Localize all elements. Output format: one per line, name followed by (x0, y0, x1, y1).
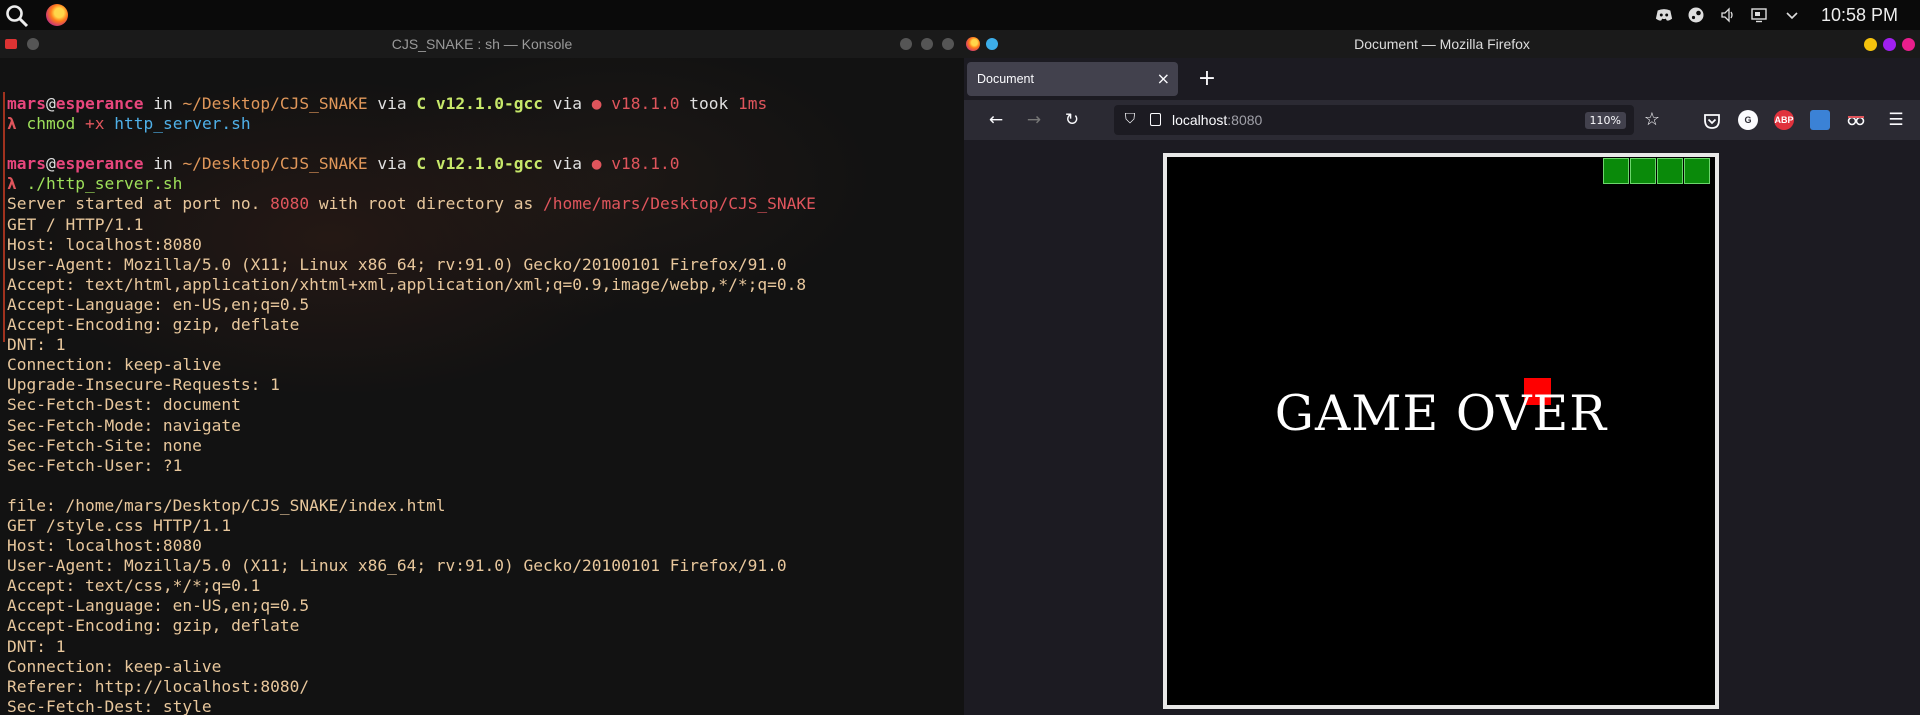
minimize-button[interactable] (900, 38, 912, 50)
volume-icon[interactable] (1719, 7, 1737, 23)
terminal-line: DNT: 1 (7, 335, 66, 355)
tab-label: Document (977, 72, 1034, 86)
privacy-badger-icon[interactable] (1846, 110, 1866, 130)
new-tab-button[interactable]: + (1194, 66, 1220, 92)
grammarly-icon[interactable]: G (1738, 110, 1758, 130)
maximize-button[interactable] (921, 38, 933, 50)
adblock-plus-icon[interactable]: ABP (1774, 110, 1794, 130)
konsole-window: CJS_SNAKE : sh — Konsole mars@esperance … (0, 30, 964, 715)
window-title: Document — Mozilla Firefox (1354, 36, 1530, 52)
firefox-window: Document — Mozilla Firefox Document × + … (964, 30, 1920, 715)
maximize-button[interactable] (1883, 38, 1896, 51)
search-icon[interactable] (5, 4, 29, 28)
terminal-line: Sec-Fetch-Site: none (7, 435, 202, 455)
konsole-titlebar[interactable]: CJS_SNAKE : sh — Konsole (0, 30, 964, 58)
url-bar[interactable]: ⛉ localhost:8080 110% ☆ (1114, 105, 1660, 135)
page-viewport: GAME OVER (964, 140, 1920, 715)
prompt-line: mars@esperance in ~/Desktop/CJS_SNAKE vi… (7, 154, 680, 174)
terminal-line: Connection: keep-alive (7, 355, 222, 375)
terminal-line: Sec-Fetch-Dest: document (7, 395, 241, 415)
pocket-icon[interactable] (1702, 111, 1722, 131)
terminal-line: GET / HTTP/1.1 (7, 214, 144, 234)
terminal-line: Accept-Encoding: gzip, deflate (7, 315, 300, 335)
terminal-line: Sec-Fetch-Dest: style (7, 696, 212, 715)
forward-button[interactable]: → (1022, 108, 1046, 132)
terminal-line: Sec-Fetch-Mode: navigate (7, 415, 241, 435)
game-over-text: GAME OVER (1274, 385, 1608, 442)
terminal-line: User-Agent: Mozilla/5.0 (X11; Linux x86_… (7, 254, 787, 274)
discord-icon[interactable] (1655, 7, 1673, 23)
terminal-line: Connection: keep-alive (7, 656, 222, 676)
tab-document[interactable]: Document × (967, 62, 1178, 96)
server-start-line: Server started at port no. 8080 with roo… (7, 194, 816, 214)
prompt-line: mars@esperance in ~/Desktop/CJS_SNAKE vi… (7, 94, 768, 113)
window-title: CJS_SNAKE : sh — Konsole (391, 36, 573, 52)
menu-icon[interactable]: ☰ (1884, 108, 1908, 132)
terminal-line: Upgrade-Insecure-Requests: 1 (7, 375, 280, 395)
terminal-output[interactable]: mars@esperance in ~/Desktop/CJS_SNAKE vi… (0, 58, 964, 715)
terminal-line: User-Agent: Mozilla/5.0 (X11; Linux x86_… (7, 556, 787, 576)
snake-segment (1630, 158, 1656, 184)
terminal-line: Host: localhost:8080 (7, 234, 202, 254)
clock[interactable]: 10:58 PM (1821, 5, 1898, 26)
navigation-toolbar: ← → ↻ ⛉ localhost:8080 110% ☆ G ABP ☰ (964, 100, 1920, 140)
prompt-marker (3, 92, 5, 342)
request-block-1: GET / HTTP/1.1 Host: localhost:8080 User… (7, 215, 806, 475)
reload-button[interactable]: ↻ (1060, 108, 1084, 132)
command-line: λ chmod +x http_server.sh (7, 114, 251, 134)
terminal-line: Accept-Encoding: gzip, deflate (7, 616, 300, 636)
back-button[interactable]: ← (984, 108, 1008, 132)
snake-segment (1657, 158, 1683, 184)
top-panel: 10:58 PM (0, 0, 1920, 30)
terminal-line: Accept: text/html,application/xhtml+xml,… (7, 274, 807, 294)
game-canvas[interactable]: GAME OVER (1163, 153, 1719, 709)
terminal-line: Host: localhost:8080 (7, 536, 202, 556)
terminal-line: file: /home/mars/Desktop/CJS_SNAKE/index… (7, 495, 446, 515)
translate-icon[interactable] (1810, 110, 1830, 130)
close-tab-icon[interactable]: × (1157, 62, 1170, 96)
terminal-line: Accept: text/css,*/*;q=0.1 (7, 576, 261, 596)
page-icon[interactable] (1150, 113, 1161, 126)
terminal-line: GET /style.css HTTP/1.1 (7, 515, 232, 535)
close-button[interactable] (942, 38, 954, 50)
firefox-titlebar[interactable]: Document — Mozilla Firefox (964, 30, 1920, 58)
command-line: λ ./http_server.sh (7, 174, 183, 194)
terminal-line: Referer: http://localhost:8080/ (7, 676, 310, 696)
snake-segment (1684, 158, 1710, 184)
terminal-text: mars@esperance in ~/Desktop/CJS_SNAKE vi… (7, 94, 816, 715)
terminal-line: Accept-Language: en-US,en;q=0.5 (7, 294, 310, 314)
request-block-2: file: /home/mars/Desktop/CJS_SNAKE/index… (7, 496, 787, 715)
system-tray: 10:58 PM (1655, 0, 1920, 30)
tab-bar: Document × + (964, 58, 1920, 100)
shield-icon[interactable]: ⛉ (1122, 110, 1138, 128)
zoom-level[interactable]: 110% (1584, 112, 1626, 129)
minimize-button[interactable] (1864, 38, 1877, 51)
terminal-line: DNT: 1 (7, 636, 66, 656)
terminal-line: Accept-Language: en-US,en;q=0.5 (7, 596, 310, 616)
terminal-line: Sec-Fetch-User: ?1 (7, 455, 183, 475)
display-icon[interactable] (1751, 7, 1769, 23)
close-button[interactable] (1902, 38, 1915, 51)
bookmark-star-icon[interactable]: ☆ (1640, 108, 1664, 132)
firefox-icon[interactable] (46, 4, 68, 26)
chevron-down-icon[interactable] (1783, 7, 1801, 23)
snake-segment (1603, 158, 1629, 184)
url-text[interactable]: localhost:8080 (1172, 105, 1262, 135)
steam-icon[interactable] (1687, 7, 1705, 23)
